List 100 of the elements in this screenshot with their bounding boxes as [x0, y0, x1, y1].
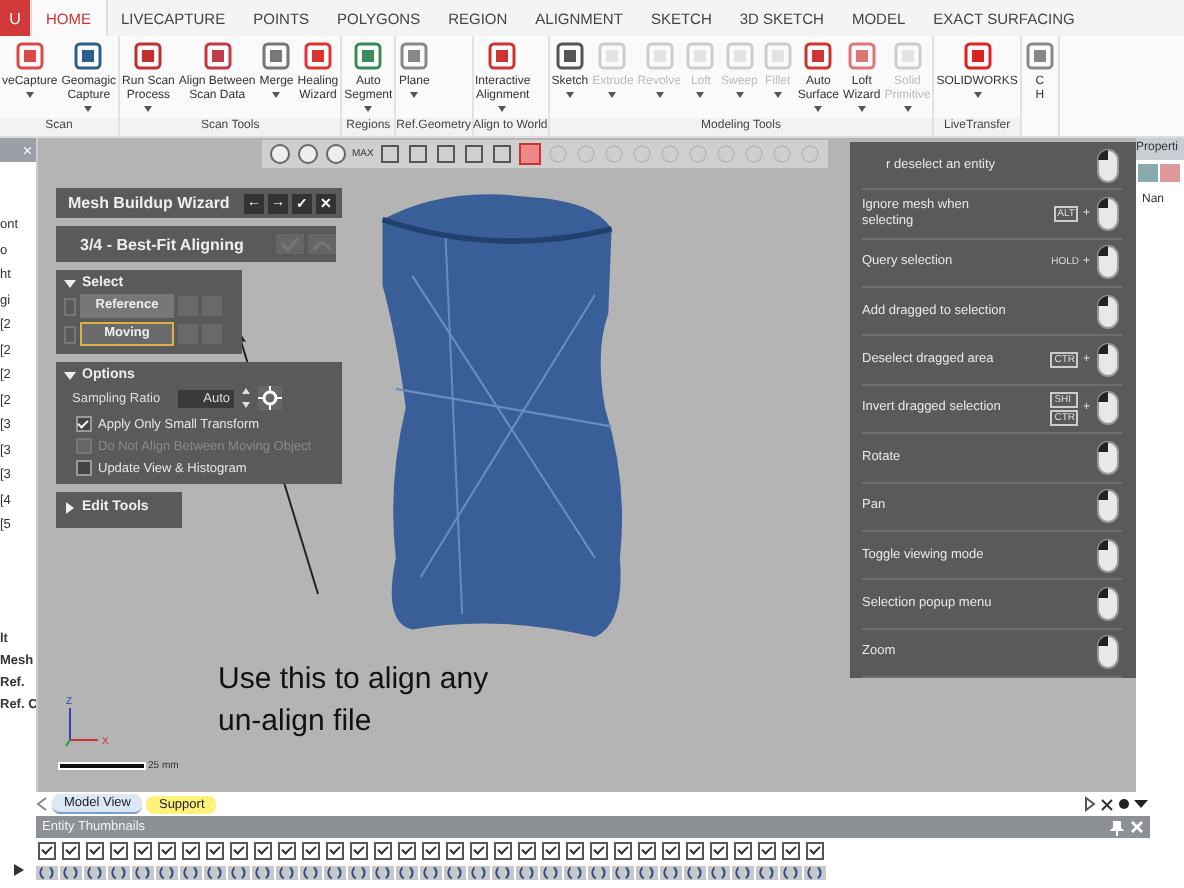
- checkbox[interactable]: [350, 842, 368, 860]
- thumbnail-image: [60, 864, 82, 882]
- apply-icon: [276, 234, 304, 254]
- close-icon: [1130, 819, 1144, 833]
- mouse-icon: [1094, 291, 1122, 332]
- view-tool-icon: [377, 142, 402, 166]
- checkbox[interactable]: [38, 842, 56, 860]
- checkbox[interactable]: [638, 842, 656, 860]
- tool-icon: [352, 40, 385, 72]
- mouse-icon: [1094, 486, 1122, 527]
- mouse-icon: [1094, 145, 1122, 186]
- expand-icon[interactable]: [64, 279, 76, 287]
- tool-icon: [486, 40, 519, 72]
- checkbox[interactable]: [542, 842, 560, 860]
- checkbox[interactable]: [76, 416, 92, 432]
- checkbox[interactable]: [302, 842, 320, 860]
- mouse-icon: [1094, 340, 1122, 381]
- checkbox[interactable]: [590, 842, 608, 860]
- checkbox[interactable]: [686, 842, 704, 860]
- tool-icon: [553, 40, 586, 72]
- tool-icon: [260, 40, 293, 72]
- tool-icon: [802, 40, 835, 72]
- thumbnail-image: [468, 864, 490, 882]
- thumbnail-image: [348, 864, 370, 882]
- checkbox[interactable]: [206, 842, 224, 860]
- pin-icon: [1110, 819, 1124, 835]
- checkbox[interactable]: [110, 842, 128, 860]
- checkbox[interactable]: [662, 842, 680, 860]
- thumbnail-image: [324, 864, 346, 882]
- thumbnail-image: [132, 864, 154, 882]
- mouse-icon: [1094, 632, 1122, 673]
- checkbox[interactable]: [230, 842, 248, 860]
- checkbox[interactable]: [278, 842, 296, 860]
- view-tool-icon: [797, 142, 822, 166]
- expand-icon[interactable]: [66, 501, 74, 513]
- select-mode-icon: [517, 142, 542, 166]
- checkbox[interactable]: [494, 842, 512, 860]
- thumbnail-image: [756, 864, 778, 882]
- thumbnail-image: [804, 864, 826, 882]
- thumbnail-image: [636, 864, 658, 882]
- view-tool-icon: [296, 142, 320, 166]
- view-tool-icon: [405, 142, 430, 166]
- thumbnail-image: [180, 864, 202, 882]
- app-menu-button[interactable]: U: [0, 0, 30, 36]
- view-tool-icon: [713, 142, 738, 166]
- view-tool-icon: [433, 142, 458, 166]
- thumbnail-image: [660, 864, 682, 882]
- mouse-icon: [1094, 194, 1122, 235]
- mouse-icon: [1094, 437, 1122, 478]
- step-title: 3/4 - Best-Fit Aligning: [80, 235, 244, 253]
- thumbnail-image: [204, 864, 226, 882]
- thumbnail-image: [540, 864, 562, 882]
- thumbnail-image: [444, 864, 466, 882]
- checkbox[interactable]: [782, 842, 800, 860]
- thumbnail-image: [372, 864, 394, 882]
- checkbox[interactable]: [614, 842, 632, 860]
- thumbnail-image: [276, 864, 298, 882]
- view-tool-icon: [657, 142, 682, 166]
- mouse-icon: [1094, 242, 1122, 283]
- checkbox[interactable]: [86, 842, 104, 860]
- checkbox[interactable]: [518, 842, 536, 860]
- scale-bar: [58, 762, 146, 770]
- checkbox[interactable]: [566, 842, 584, 860]
- dropdown-icon: [1134, 798, 1148, 810]
- checkbox[interactable]: [470, 842, 488, 860]
- checkbox[interactable]: [758, 842, 776, 860]
- close-icon: [1100, 797, 1114, 811]
- thumbnail-image: [612, 864, 634, 882]
- view-tool-icon: [461, 142, 486, 166]
- checkbox[interactable]: [254, 842, 272, 860]
- thumbnail-image: [780, 864, 802, 882]
- checkbox[interactable]: [806, 842, 824, 860]
- checkbox[interactable]: [62, 842, 80, 860]
- checkbox[interactable]: [422, 842, 440, 860]
- checkbox[interactable]: [76, 460, 92, 476]
- expand-icon[interactable]: [64, 371, 76, 379]
- view-tool-icon: [573, 142, 598, 166]
- view-tool-icon: [685, 142, 710, 166]
- mouse-icon: [1094, 388, 1122, 429]
- checkbox[interactable]: [158, 842, 176, 860]
- checkbox[interactable]: [182, 842, 200, 860]
- view-tool-icon: [545, 142, 570, 166]
- thumbnail-image: [588, 864, 610, 882]
- tool-icon: [961, 40, 994, 72]
- checkbox[interactable]: [134, 842, 152, 860]
- tool-icon: [398, 40, 431, 72]
- thumbnail-image: [228, 864, 250, 882]
- checkbox[interactable]: [734, 842, 752, 860]
- checkbox[interactable]: [446, 842, 464, 860]
- mouse-icon: [1094, 535, 1122, 576]
- checkbox[interactable]: [398, 842, 416, 860]
- tool-icon: [13, 40, 46, 72]
- thumbnail-image: [564, 864, 586, 882]
- checkbox[interactable]: [710, 842, 728, 860]
- view-tool-icon: [601, 142, 626, 166]
- tool-icon: [72, 40, 105, 72]
- thumbnail-image: [396, 864, 418, 882]
- checkbox[interactable]: [326, 842, 344, 860]
- checkbox[interactable]: [374, 842, 392, 860]
- annotation-text: Use this to align any un-align file: [218, 660, 489, 742]
